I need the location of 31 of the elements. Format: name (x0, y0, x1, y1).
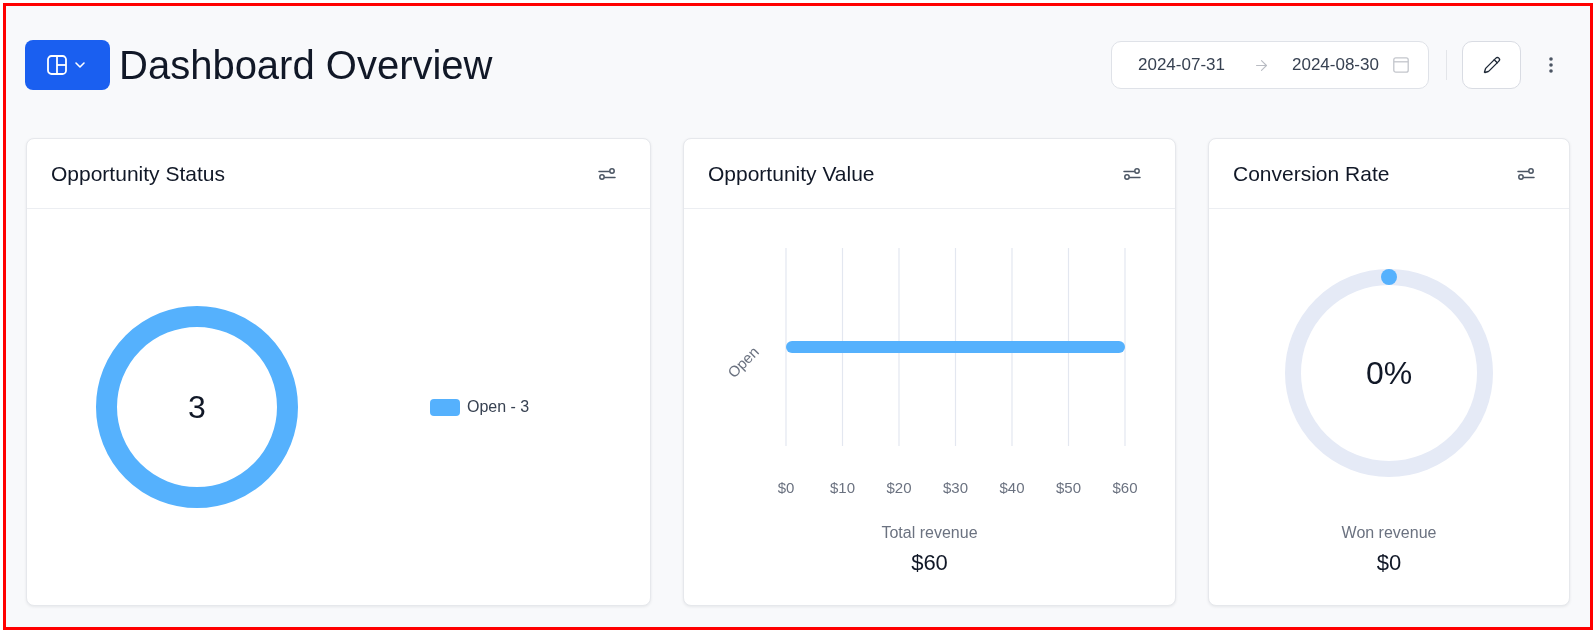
card-title: Conversion Rate (1233, 161, 1390, 186)
sliders-icon (1123, 167, 1141, 180)
axis-tick-label: $40 (999, 478, 1025, 496)
legend-swatch-icon (430, 398, 460, 416)
pencil-icon (1482, 56, 1501, 74)
summary-value: $0 (1376, 549, 1402, 577)
axis-tick-label: $20 (886, 478, 912, 496)
summary-label: Total revenue (881, 523, 978, 543)
layout-icon (47, 55, 67, 75)
ring-start-dot-icon (1381, 269, 1397, 285)
page-title: Dashboard Overview (119, 42, 493, 89)
legend-label: Open - 3 (467, 398, 530, 416)
sliders-icon (1517, 167, 1535, 180)
card-title: Opportunity Status (51, 161, 225, 186)
axis-tick-label: $0 (777, 478, 795, 496)
layout-menu-button[interactable] (25, 40, 110, 90)
axis-tick-label: $10 (830, 478, 855, 496)
donut-center-value: 3 (188, 389, 206, 425)
summary-label: Won revenue (1341, 523, 1437, 543)
axis-tick-label: $50 (1056, 478, 1081, 496)
calendar-icon (1393, 57, 1409, 73)
axis-tick-label: $60 (1112, 478, 1138, 496)
card-title: Opportunity Value (708, 161, 875, 186)
summary-value: $60 (911, 549, 948, 577)
date-range-picker[interactable]: 2024-07-31 2024-08-30 (1111, 41, 1429, 89)
end-date-input[interactable]: 2024-08-30 (1291, 54, 1379, 76)
axis-tick-label: $30 (943, 478, 968, 496)
start-date-input[interactable]: 2024-07-31 (1138, 54, 1225, 76)
progress-ring-value: 0% (1365, 355, 1413, 391)
sliders-icon (598, 167, 616, 180)
vertical-dots-icon (1549, 57, 1553, 73)
